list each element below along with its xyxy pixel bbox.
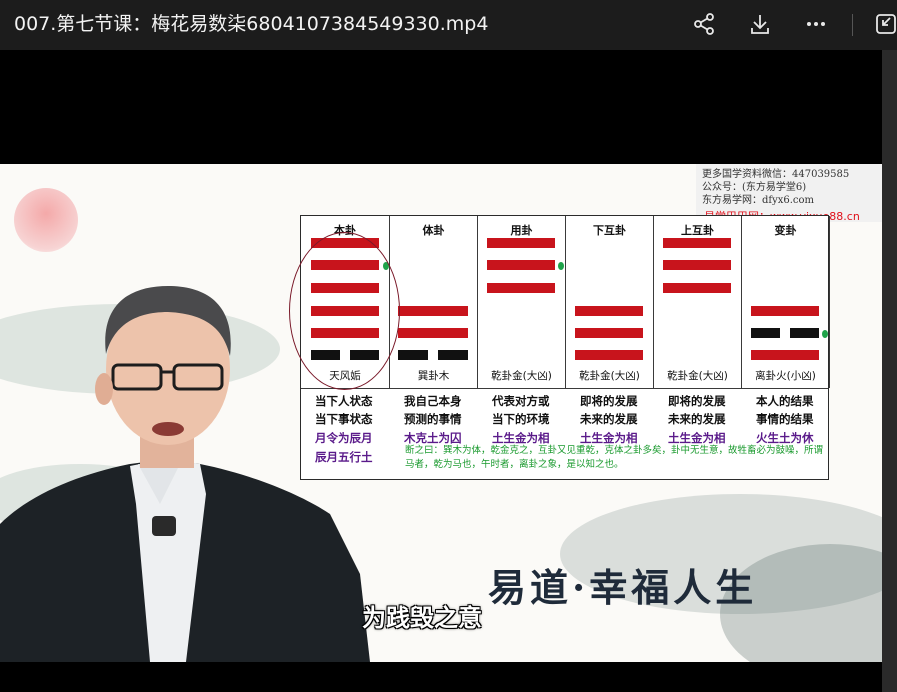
column-yong-gua: 用卦 乾卦金(大凶) [478,216,566,388]
yang-line [487,283,555,293]
yang-line [398,328,468,338]
hexagram-name: 乾卦金(大凶) [579,370,640,382]
yin-line [438,350,468,360]
more-button[interactable] [800,8,832,40]
table-cell: 未来的发展 [580,412,638,426]
yang-line [663,283,731,293]
column-header: 下互卦 [593,224,626,237]
table-cell: 本人的结果 [756,394,814,408]
table-cell: 预测的事情 [404,412,462,426]
analysis-note: 断之曰：巽木为体，乾金克之，互卦又见重乾，克体之卦多矣，卦中无生意，故牲畜必为鼓… [405,445,824,470]
subtitle-caption: 为践毁之意 [362,604,482,632]
scroll-strip [882,50,897,692]
table-cell: 代表对方或 [492,394,550,408]
yang-line [575,350,643,360]
table-cell: 当下的环境 [492,412,550,426]
hexagram-name: 巽卦木 [417,370,450,382]
column-header: 体卦 [422,224,445,237]
download-icon [751,15,769,34]
yang-line [663,238,731,248]
column-header: 用卦 [510,224,533,237]
hexagram-name: 离卦火(小凶) [755,370,816,382]
exit-fullscreen-button[interactable] [870,8,897,40]
yang-line [751,306,819,316]
download-button[interactable] [744,8,776,40]
hexagram-name: 乾卦金(大凶) [491,370,552,382]
table-cell: 即将的发展 [580,394,638,408]
hexagram-name: 乾卦金(大凶) [667,370,728,382]
table-divider [301,388,828,389]
table-cell: 未来的发展 [668,412,726,426]
moving-line-marker [558,262,564,270]
column-bian-gua: 变卦 离卦火(小凶) [742,216,830,388]
video-title: 007.第七节课：梅花易数柒6804107384549330.mp4 [14,13,489,35]
yin-line [751,328,780,338]
yang-line [663,260,731,270]
table-cell: 我自己本身 [404,394,462,408]
column-ti-gua: 体卦 巽卦木 [390,216,478,388]
yang-line [575,306,643,316]
yin-line [398,350,428,360]
column-header: 变卦 [774,224,797,237]
watermark-line: 更多国学资料微信：447039585 [702,169,850,180]
title-bar: 007.第七节课：梅花易数柒6804107384549330.mp4 [0,0,897,50]
share-icon [694,13,714,35]
yang-line [487,238,555,248]
watermark-line: 东方易学网：dfyx6.com [702,195,815,206]
yin-line [790,328,819,338]
slogan-text: 易道·幸福人生 [488,565,758,610]
column-xia-hu-gua: 下互卦 乾卦金(大凶) [566,216,654,388]
table-cell: 即将的发展 [668,394,726,408]
yang-line [398,306,468,316]
column-header: 上互卦 [681,224,714,237]
divider [852,14,853,36]
more-icon [807,22,825,26]
table-cell: 事情的结果 [756,412,814,426]
exit-fullscreen-icon [876,14,896,34]
column-shang-hu-gua: 上互卦 乾卦金(大凶) [654,216,742,388]
moving-line-marker [822,330,828,338]
share-button[interactable] [688,8,720,40]
video-frame[interactable]: 更多国学资料微信：447039585 公众号：(东方易学堂6) 东方易学网：df… [0,164,882,662]
presenter-figure [0,286,370,662]
watermark-line: 公众号：(东方易学堂6) [702,182,807,193]
yang-line [751,350,819,360]
yang-line [487,260,555,270]
yang-line [575,328,643,338]
